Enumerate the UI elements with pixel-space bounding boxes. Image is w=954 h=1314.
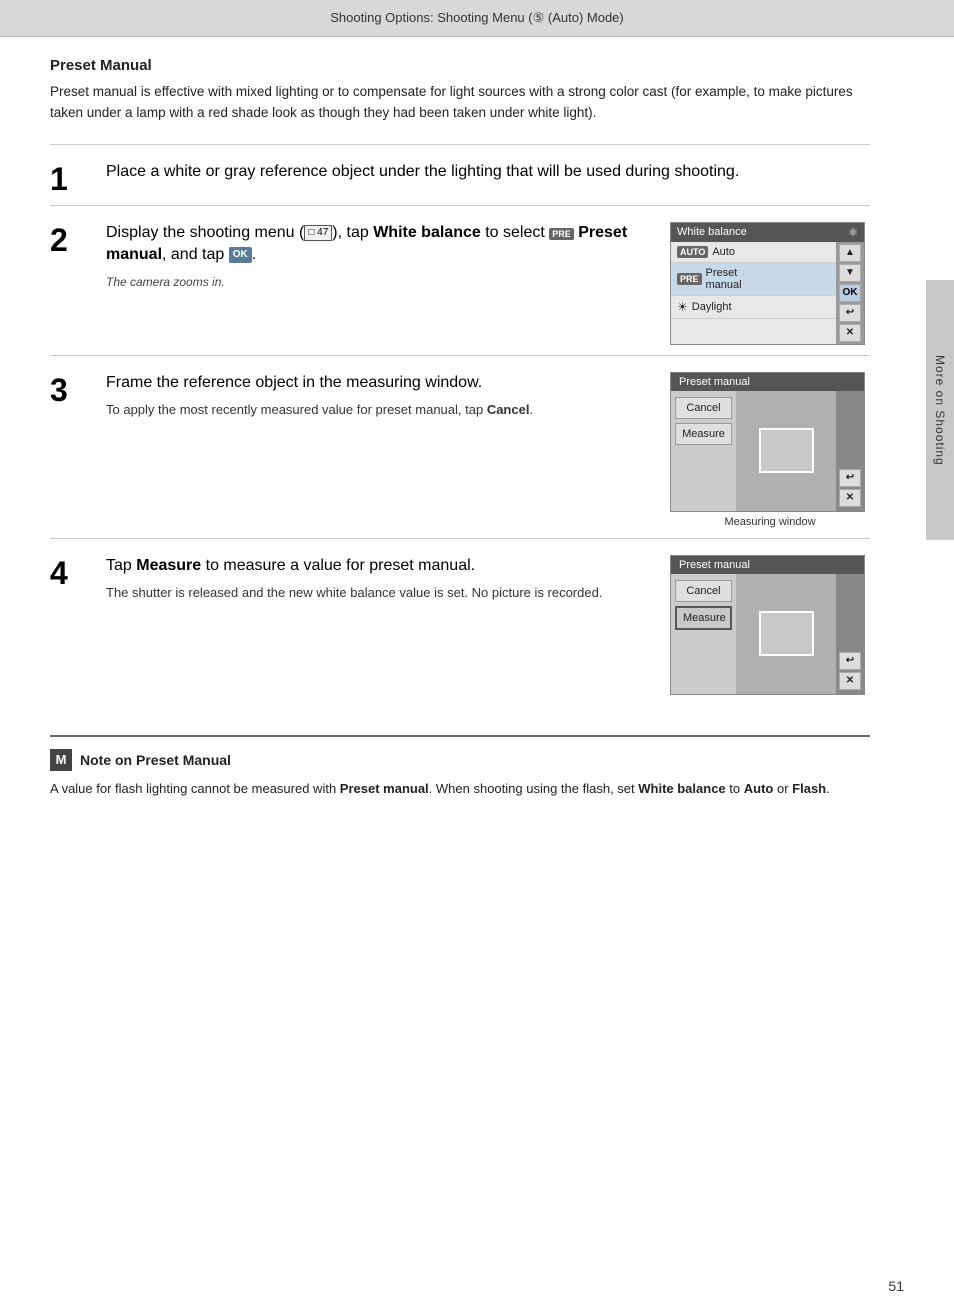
step-4-main-text: Tap Measure to measure a value for prese… <box>106 555 654 577</box>
step-4-content: Tap Measure to measure a value for prese… <box>106 555 654 603</box>
side-tab: More on Shooting <box>926 280 954 540</box>
note-box: M Note on Preset Manual A value for flas… <box>50 735 870 799</box>
step-4-sub-text: The shutter is released and the new whit… <box>106 583 654 603</box>
down-btn[interactable]: ▼ <box>839 264 861 282</box>
section-title: Preset Manual <box>50 57 870 74</box>
step-3: 3 Frame the reference object in the meas… <box>50 355 870 538</box>
book-ref: □ 47 <box>304 225 332 241</box>
side-tab-label: More on Shooting <box>933 355 947 466</box>
step-2: 2 Display the shooting menu (□ 47), tap … <box>50 205 870 355</box>
note-bold-1: Preset manual <box>340 781 429 796</box>
preset-ui-4-body: Cancel Measure ↩ ✕ <box>671 574 864 694</box>
preset-ui-4-buttons: Cancel Measure <box>671 574 736 694</box>
cam-ui-list: AUTO Auto PRE Presetmanual ☀ Daylight <box>671 242 836 344</box>
step-2-image: White balance ⚛ AUTO Auto PRE Presetmanu… <box>670 222 870 345</box>
ok-btn[interactable]: OK <box>839 284 861 302</box>
auto-label: Auto <box>712 246 735 258</box>
preset-ui-3-right: ↩ ✕ <box>836 391 864 511</box>
close-btn-4[interactable]: ✕ <box>839 672 861 690</box>
note-title: M Note on Preset Manual <box>50 749 870 771</box>
page-header: Shooting Options: Shooting Menu (⑤ (Auto… <box>0 0 954 37</box>
step-2-sub-text: The camera zooms in. <box>106 273 654 291</box>
cam-ui-wb: White balance ⚛ AUTO Auto PRE Presetmanu… <box>670 222 865 345</box>
note-plain-1: A value for flash lighting cannot be mea… <box>50 781 340 796</box>
preset-ui-4-viewfinder <box>736 574 836 694</box>
step-1: 1 Place a white or gray reference object… <box>50 144 870 205</box>
cancel-btn-3[interactable]: Cancel <box>675 397 732 419</box>
preset-ui-3-body: Cancel Measure ↩ ✕ <box>671 391 864 511</box>
note-text: A value for flash lighting cannot be mea… <box>50 779 870 799</box>
measure-btn-4[interactable]: Measure <box>675 606 732 630</box>
note-or: or <box>773 781 792 796</box>
step-3-content: Frame the reference object in the measur… <box>106 372 654 420</box>
step-4: 4 Tap Measure to measure a value for pre… <box>50 538 870 705</box>
cam-ui-title: White balance <box>677 226 747 238</box>
step-1-main-text: Place a white or gray reference object u… <box>106 161 870 183</box>
cam-ui-sidebar: ▲ ▼ OK ↩ ✕ <box>836 242 864 344</box>
preset-ui-4-header: Preset manual <box>671 556 864 574</box>
note-bold-3: Auto <box>744 781 774 796</box>
step-3-sub-bold: Cancel <box>487 402 530 417</box>
page-number: 51 <box>888 1278 904 1294</box>
step-3-number: 3 <box>50 374 90 406</box>
note-title-text: Note on Preset Manual <box>80 752 231 768</box>
preset-ui-4-right: ↩ ✕ <box>836 574 864 694</box>
pre-badge-list: PRE <box>677 273 702 285</box>
note-bold-2: White balance <box>638 781 725 796</box>
daylight-icon: ☀ <box>677 300 688 314</box>
step-3-image: Preset manual Cancel Measure ↩ ✕ Measuri… <box>670 372 870 528</box>
step-2-number: 2 <box>50 224 90 256</box>
step-1-number: 1 <box>50 163 90 195</box>
ok-inline-btn: OK <box>229 247 252 263</box>
note-icon: M <box>50 749 72 771</box>
preset-ui-3-viewfinder <box>736 391 836 511</box>
note-mid: . When shooting using the flash, set <box>429 781 639 796</box>
cancel-btn-4[interactable]: Cancel <box>675 580 732 602</box>
note-icon-letter: M <box>56 752 67 767</box>
step-3-sub-plain: To apply the most recently measured valu… <box>106 402 487 417</box>
white-balance-bold: White balance <box>373 224 481 241</box>
cam-ui-icon: ⚛ <box>848 226 858 239</box>
cam-ui-header: White balance ⚛ <box>671 223 864 242</box>
preset-ui-3-buttons: Cancel Measure <box>671 391 736 511</box>
step-4-image: Preset manual Cancel Measure ↩ ✕ <box>670 555 870 695</box>
pre-badge: PRE <box>549 228 574 240</box>
step-3-main-text: Frame the reference object in the measur… <box>106 372 654 394</box>
measuring-window-box <box>759 428 814 473</box>
cam-ui-body: AUTO Auto PRE Presetmanual ☀ Daylight <box>671 242 864 344</box>
note-end: to <box>726 781 744 796</box>
back-btn[interactable]: ↩ <box>839 304 861 322</box>
cam-ui-item-daylight: ☀ Daylight <box>671 296 836 319</box>
step-2-main-text: Display the shooting menu (□ 47), tap Wh… <box>106 222 654 267</box>
step-3-sub-end: . <box>529 402 533 417</box>
preset-ui-3: Preset manual Cancel Measure ↩ ✕ <box>670 372 865 512</box>
measuring-label: Measuring window <box>670 516 870 528</box>
back-btn-3[interactable]: ↩ <box>839 469 861 487</box>
close-btn[interactable]: ✕ <box>839 324 861 342</box>
note-final: . <box>826 781 830 796</box>
note-bold-4: Flash <box>792 781 826 796</box>
main-content: Preset Manual Preset manual is effective… <box>0 37 920 819</box>
cam-ui-item-auto: AUTO Auto <box>671 242 836 263</box>
header-title: Shooting Options: Shooting Menu (⑤ (Auto… <box>330 10 623 25</box>
back-btn-4[interactable]: ↩ <box>839 652 861 670</box>
preset-ui-4: Preset manual Cancel Measure ↩ ✕ <box>670 555 865 695</box>
step-4-number: 4 <box>50 557 90 589</box>
close-btn-3[interactable]: ✕ <box>839 489 861 507</box>
step-1-content: Place a white or gray reference object u… <box>106 161 870 189</box>
measuring-window-box-4 <box>759 611 814 656</box>
preset-ui-3-header: Preset manual <box>671 373 864 391</box>
measure-bold: Measure <box>136 557 201 574</box>
up-btn[interactable]: ▲ <box>839 244 861 262</box>
daylight-label: Daylight <box>692 301 732 313</box>
cam-ui-item-preset: PRE Presetmanual <box>671 263 836 296</box>
step-2-content: Display the shooting menu (□ 47), tap Wh… <box>106 222 654 291</box>
step-3-sub-text: To apply the most recently measured valu… <box>106 400 654 420</box>
measure-btn-3[interactable]: Measure <box>675 423 732 445</box>
preset-label: Presetmanual <box>706 267 742 291</box>
auto-badge: AUTO <box>677 246 708 258</box>
section-intro: Preset manual is effective with mixed li… <box>50 82 870 124</box>
